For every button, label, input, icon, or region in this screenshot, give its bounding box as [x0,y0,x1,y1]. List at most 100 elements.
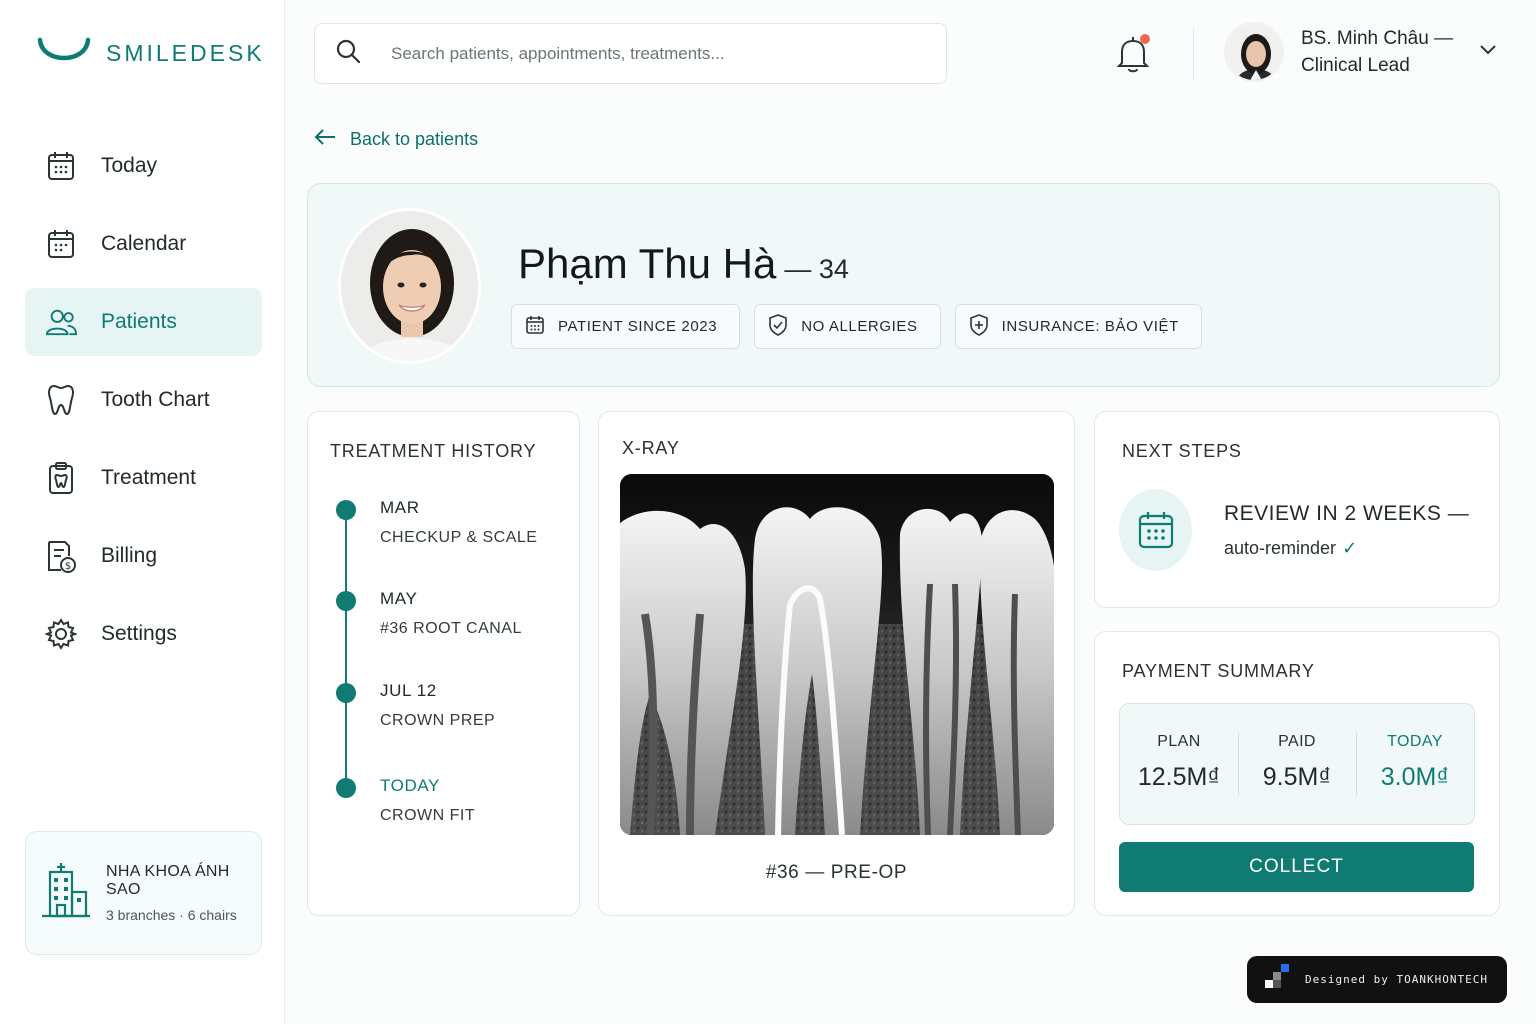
reminder-label: auto-reminder [1224,538,1337,558]
user-menu[interactable]: BS. Minh Châu — Clinical Lead [1224,22,1497,82]
next-step-title: REVIEW IN 2 WEEKS — [1224,502,1470,525]
clinic-details: 3 branches · 6 chairs [106,907,237,923]
calendar-icon [1119,489,1192,571]
chip-label: INSURANCE: BẢO VIỆT [1001,318,1179,335]
smile-logo-icon [37,37,91,61]
brand-mark-icon [1261,962,1291,997]
chip-patient-since: PATIENT SINCE 2023 [511,304,741,349]
chip-insurance: INSURANCE: BẢO VIỆT [954,304,1202,349]
payment-value: 9.5M₫ [1262,763,1332,791]
timeline-date: MAY [380,589,418,608]
sidebar: SMILEDESK Today Calendar Patients Tooth … [0,0,285,1024]
panel-title: NEXT STEPS [1122,441,1242,461]
user-name: BS. Minh Châu — Clinical Lead [1301,28,1454,76]
sidebar-item-label: Billing [101,544,158,567]
timeline-dot [336,778,356,798]
sidebar-item-treatment[interactable]: Treatment [25,444,262,512]
sidebar-item-billing[interactable]: $ Billing [25,522,262,590]
avatar [1224,22,1284,82]
payment-label: PLAN [1157,733,1201,750]
chip-allergies: NO ALLERGIES [754,304,941,349]
sidebar-item-label: Settings [101,622,177,645]
sidebar-item-label: Tooth Chart [101,388,210,411]
sidebar-item-calendar[interactable]: Calendar [25,210,262,278]
calendar-grid-icon [45,150,77,182]
clinic-name: NHA KHOA ÁNH SAO [106,863,230,898]
shield-check-icon [768,313,788,340]
search-input[interactable] [391,43,911,64]
panel-title: X-RAY [622,438,680,458]
designer-credit-badge[interactable]: Designed by TOANKHONTECH [1247,956,1507,1003]
clinic-info: NHA KHOA ÁNH SAO 3 branches · 6 chairs [106,863,261,923]
payment-value: 3.0M₫ [1380,763,1450,791]
timeline-procedure: #36 ROOT CANAL [380,620,522,637]
payment-value: 12.5M₫ [1137,763,1221,791]
patient-chips: PATIENT SINCE 2023 NO ALLERGIES INSURANC… [511,304,1202,349]
payment-label: TODAY [1387,733,1443,750]
timeline-date: TODAY [380,776,440,795]
panel-title: PAYMENT SUMMARY [1122,661,1315,681]
sidebar-item-settings[interactable]: Settings [25,600,262,668]
sidebar-item-tooth-chart[interactable]: Tooth Chart [25,366,262,434]
clipboard-tooth-icon [45,462,77,494]
svg-text:$: $ [65,561,71,572]
shield-plus-icon [969,313,989,340]
chip-label: NO ALLERGIES [801,318,918,335]
panel-title: TREATMENT HISTORY [330,441,537,461]
collect-button[interactable]: COLLECT [1119,842,1474,892]
clinic-card[interactable]: NHA KHOA ÁNH SAO 3 branches · 6 chairs [25,831,262,955]
chip-label: PATIENT SINCE 2023 [558,318,718,335]
next-step-detail: auto-reminder ✓ [1224,538,1357,559]
sidebar-item-label: Today [101,154,158,177]
payment-plan: PLAN 12.5M₫ [1120,704,1238,824]
treatment-history-panel: TREATMENT HISTORY MAR CHECKUP & SCALE MA… [307,411,580,916]
patient-name-row: Phạm Thu Hà — 34 [518,240,849,288]
chevron-down-icon [1479,43,1497,61]
credit-text: Designed by TOANKHONTECH [1305,973,1488,986]
notification-badge [1140,34,1150,44]
timeline-dot [336,591,356,611]
hospital-icon [38,862,94,925]
arrow-left-icon [314,128,336,151]
invoice-dollar-icon: $ [45,540,77,573]
timeline-procedure: CHECKUP & SCALE [380,529,538,546]
calendar-icon [525,315,545,339]
payment-today: TODAY 3.0M₫ [1356,704,1474,824]
search-bar[interactable] [314,23,947,84]
timeline-dot [336,500,356,520]
bell-icon [1116,37,1150,78]
timeline-date: JUL 12 [380,681,437,700]
next-steps-panel: NEXT STEPS REVIEW IN 2 WEEKS — auto-remi… [1094,411,1500,608]
sidebar-item-today[interactable]: Today [25,132,262,200]
check-icon: ✓ [1342,538,1358,558]
timeline-procedure: CROWN FIT [380,807,476,824]
sidebar-nav: Today Calendar Patients Tooth Chart Trea… [25,132,262,678]
back-to-patients-link[interactable]: Back to patients [314,128,478,151]
payment-label: PAID [1278,733,1316,750]
tooth-icon [45,384,77,416]
patient-header-card: Phạm Thu Hà — 34 PATIENT SINCE 2023 NO AL… [307,183,1500,387]
timeline-date: MAR [380,498,420,517]
sidebar-item-label: Calendar [101,232,187,255]
app-logo[interactable]: SMILEDESK [36,36,265,70]
timeline-line [345,508,347,788]
timeline-procedure: CROWN PREP [380,712,496,729]
patient-age: — 34 [784,254,849,284]
xray-panel: X-RAY #36 — PRE-OP [598,411,1075,916]
xray-caption: #36 — PRE-OP [765,862,908,883]
header-divider [1193,28,1194,80]
payment-paid: PAID 9.5M₫ [1238,704,1356,824]
notifications-button[interactable] [1116,34,1152,74]
patient-name: Phạm Thu Hà [518,240,777,287]
users-icon [45,306,77,338]
xray-image[interactable] [620,474,1054,835]
back-link-label: Back to patients [350,129,479,149]
search-icon [335,38,361,69]
sidebar-item-patients[interactable]: Patients [25,288,262,356]
gear-icon [45,618,77,650]
calendar-icon [45,228,77,260]
sidebar-item-label: Treatment [101,466,196,489]
payment-figures: PLAN 12.5M₫ PAID 9.5M₫ TODAY 3.0M₫ [1119,703,1475,825]
sidebar-item-label: Patients [101,310,177,333]
payment-summary-panel: PAYMENT SUMMARY PLAN 12.5M₫ PAID 9.5M₫ T… [1094,631,1500,916]
